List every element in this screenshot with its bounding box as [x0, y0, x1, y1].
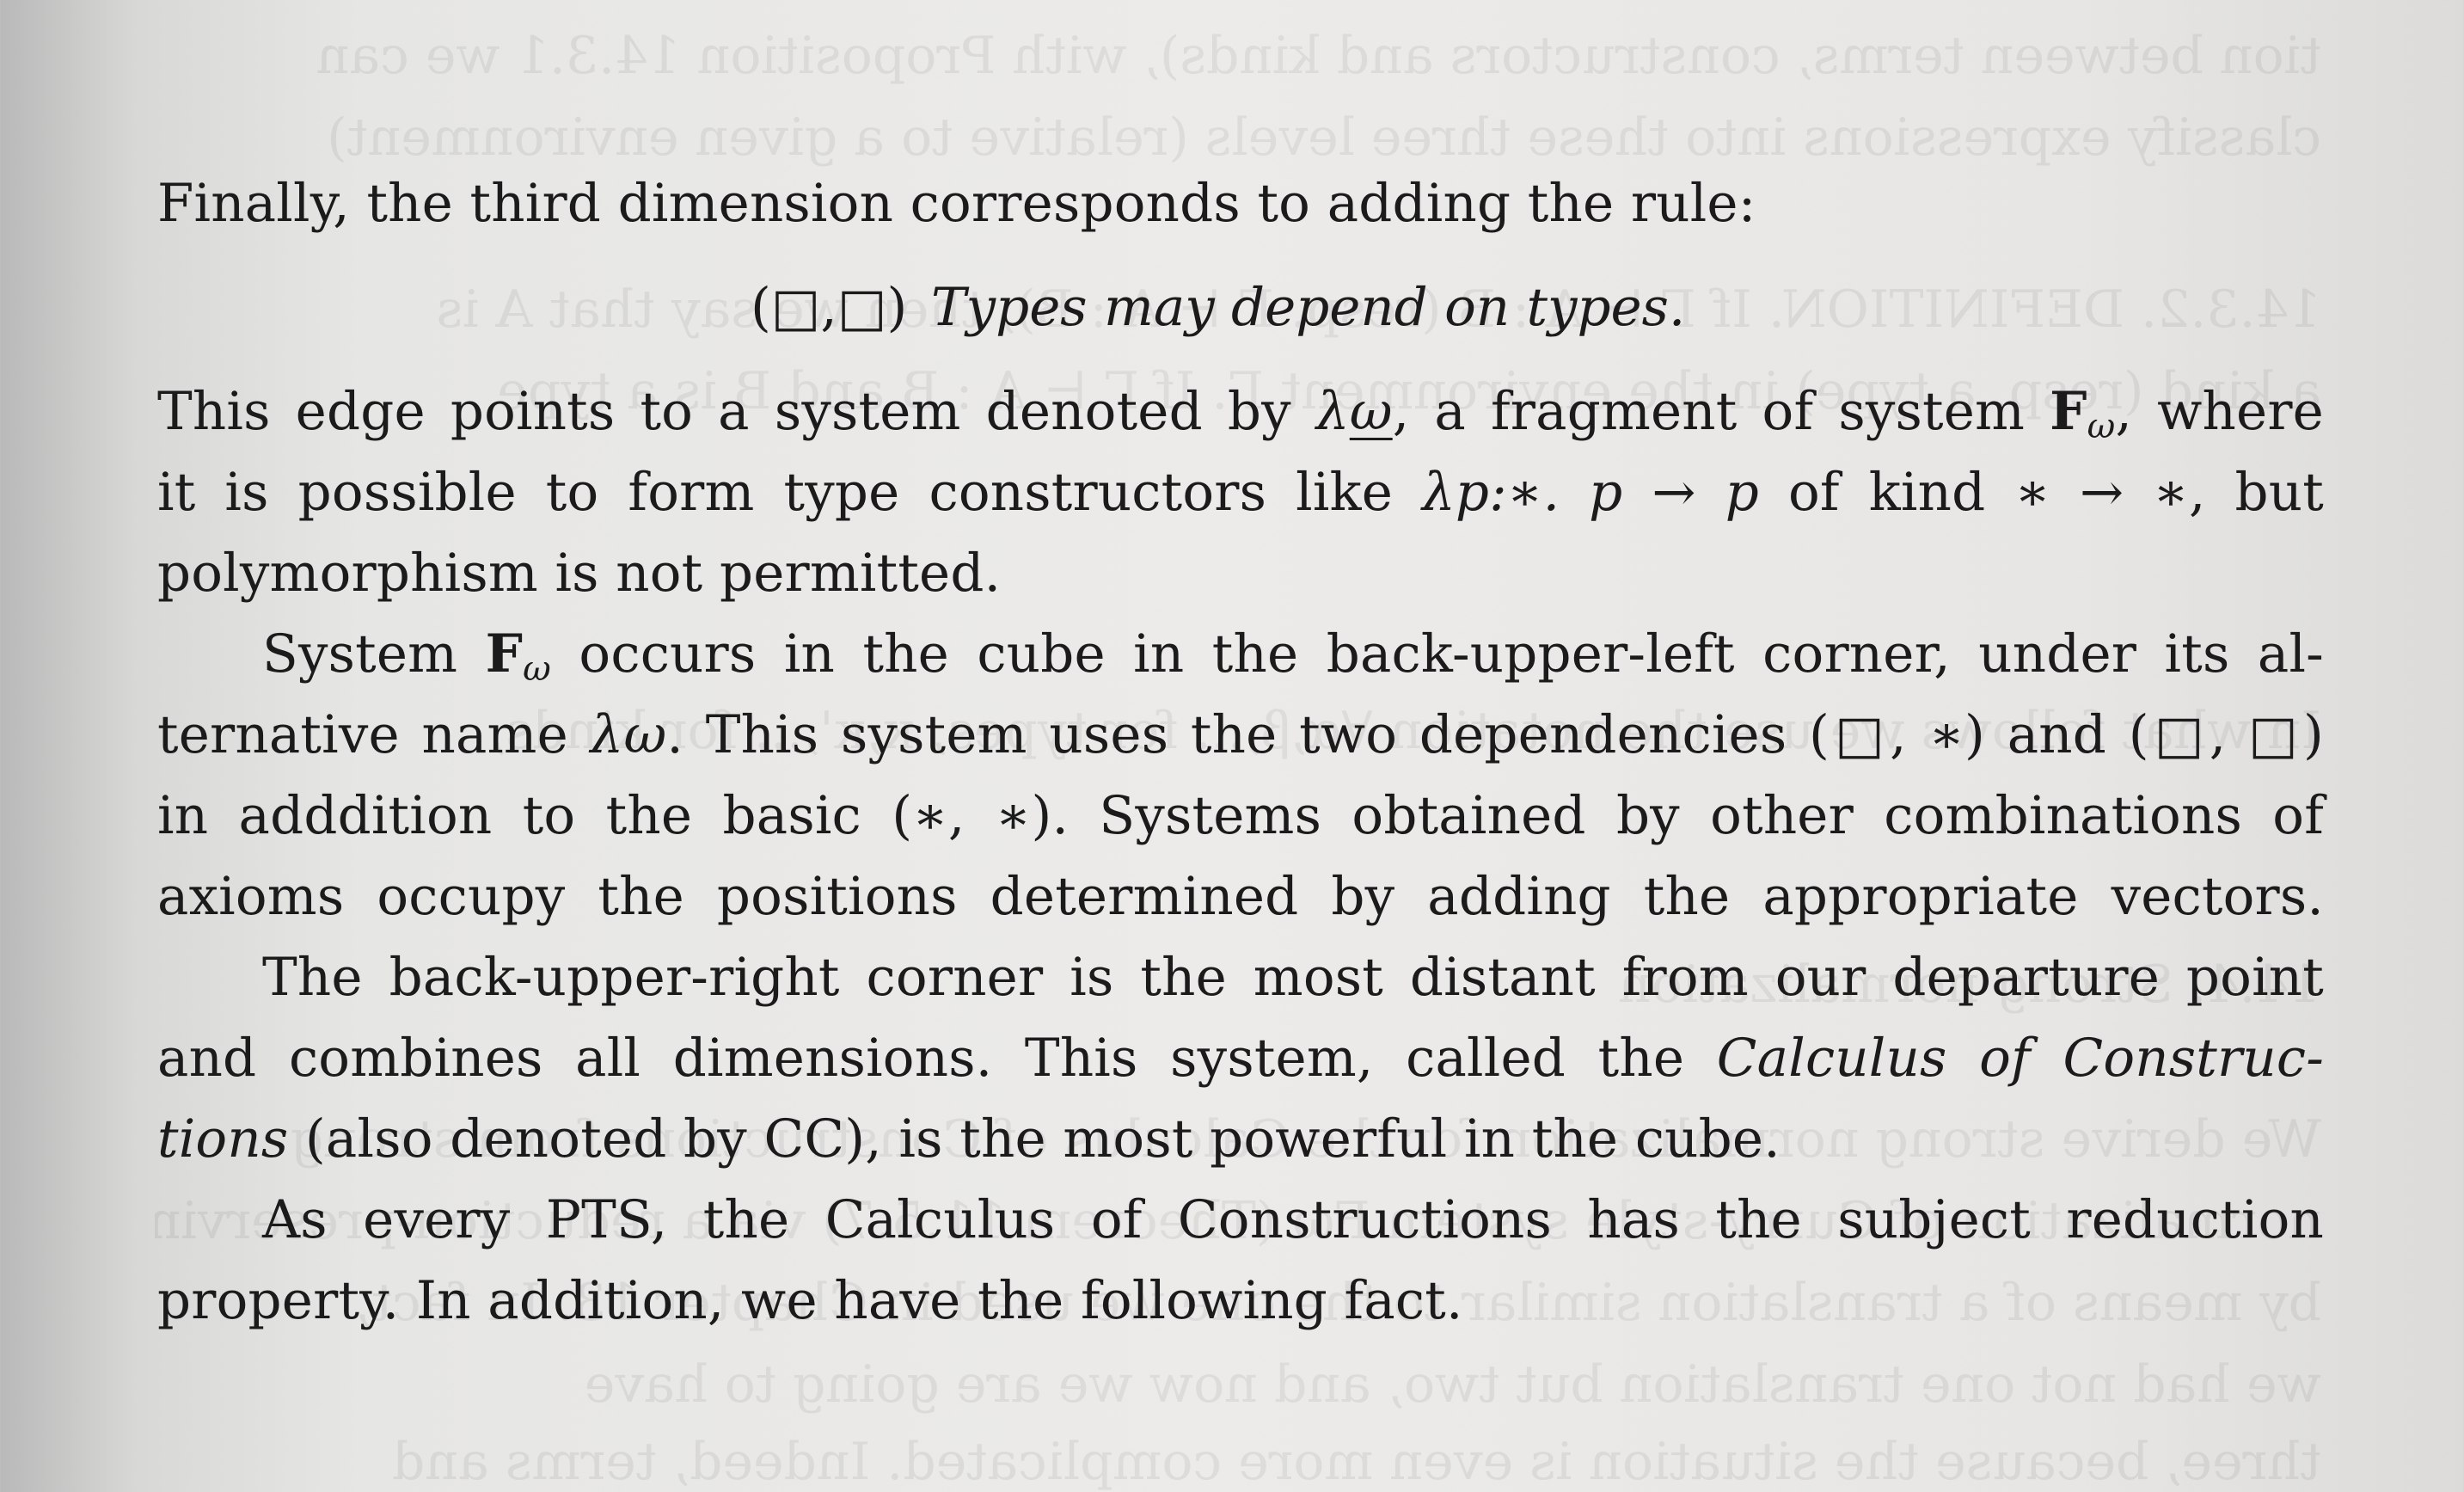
bleed-through-line: tion between terms, constructors and kin…	[316, 26, 2321, 86]
paragraph-line: Finally, the third dimension corresponds…	[157, 173, 1756, 234]
paragraph-line: polymorphism is not permitted.	[157, 543, 1002, 604]
paragraph-line: and combines all dimensions. This system…	[157, 1028, 2325, 1089]
book-page: tion between terms, constructors and kin…	[0, 0, 2464, 1492]
paragraph-line: System Fω occurs in the cube in the back…	[262, 623, 2324, 689]
paragraph-line: axioms occupy the positions determined b…	[157, 866, 2324, 927]
paragraph-line: in adddition to the basic (∗, ∗). System…	[157, 785, 2324, 846]
bleed-through-line: classify expressions into these three le…	[327, 107, 2321, 168]
paragraph-line: tions (also denoted by CC), is the most …	[157, 1108, 1781, 1170]
display-rule: (□,□) Types may depend on types.	[157, 244, 2324, 371]
paragraph-line: The back-upper-right corner is the most …	[262, 947, 2324, 1008]
rule-pair: (□,□)	[751, 277, 908, 338]
paragraph-line: This edge points to a system denoted by …	[157, 381, 2324, 446]
bleed-through-line: three, because the situation is even mor…	[392, 1432, 2321, 1492]
paragraph-line: As every PTS, the Calculus of Constructi…	[262, 1189, 2324, 1250]
paragraph-line: ternative name λω. This system uses the …	[157, 704, 2325, 765]
body-text: Finally, the third dimension corresponds…	[157, 163, 2324, 1342]
paragraph-line: it is possible to form type constructors…	[157, 462, 2324, 523]
bleed-through-line: we had not one translation but two, and …	[584, 1354, 2321, 1415]
paragraph-line: property. In addition, we have the follo…	[157, 1270, 1463, 1331]
rule-description: Types may depend on types.	[931, 277, 1686, 338]
